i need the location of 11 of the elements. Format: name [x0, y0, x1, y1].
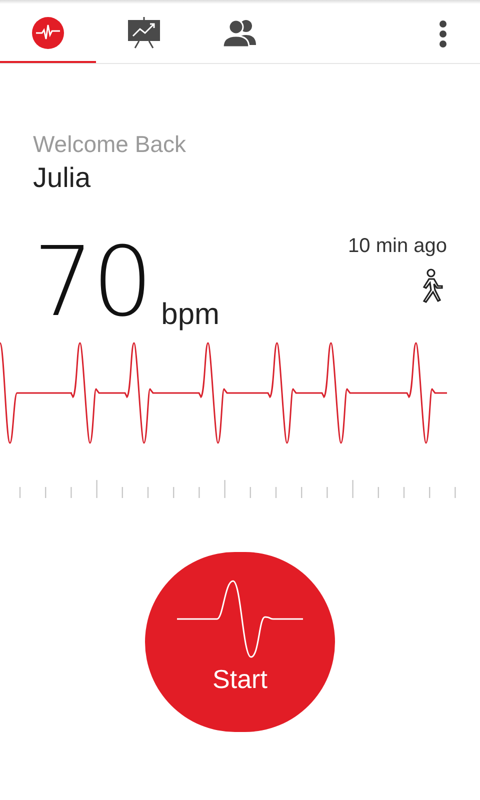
heartbeat-icon [32, 16, 64, 48]
heart-rate-unit: bpm [161, 300, 220, 330]
welcome-text: Welcome Back [33, 130, 187, 158]
presentation-board-icon [127, 16, 161, 50]
more-vertical-icon [439, 20, 447, 48]
user-name: Julia [33, 161, 92, 195]
start-button[interactable]: Start [145, 552, 335, 732]
measurement-time: 10 min ago [348, 234, 447, 258]
people-icon [222, 18, 258, 48]
heartbeat-waveform-icon [177, 578, 303, 660]
heart-rate-value: 70 [33, 240, 152, 324]
